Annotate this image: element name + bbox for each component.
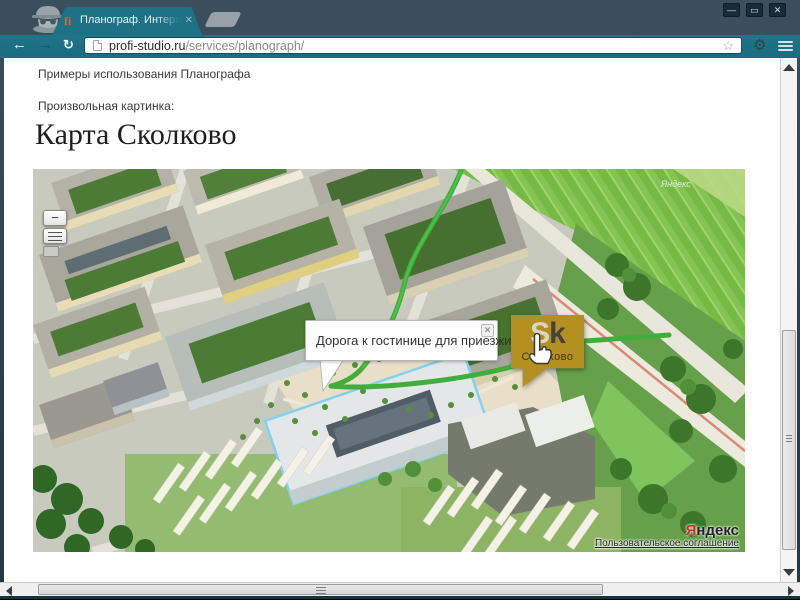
- close-button[interactable]: ✕: [769, 3, 786, 17]
- address-bar[interactable]: profi-studio.ru/services/planograph/ ☆: [84, 37, 742, 54]
- new-tab-button[interactable]: [204, 12, 241, 27]
- window-frame-bottom: [0, 596, 800, 600]
- scroll-down-arrow[interactable]: [783, 569, 795, 577]
- url-path: /services/planograph/: [185, 39, 304, 53]
- window-titlebar: fi Планограф. Интерактив ✕ — ▭ ✕: [0, 0, 800, 35]
- attribution: Яндекс Пользовательское соглашение: [595, 524, 739, 549]
- scroll-up-arrow[interactable]: [783, 63, 795, 71]
- tab-close-icon[interactable]: ✕: [185, 15, 193, 26]
- skolkovo-map[interactable]: − Яндекс Дорога к гостинице для приезжих…: [33, 169, 745, 552]
- forward-button[interactable]: →: [38, 36, 53, 53]
- maximize-button[interactable]: ▭: [746, 3, 763, 17]
- gear-icon[interactable]: ⚙: [753, 36, 766, 54]
- zoom-out-button[interactable]: −: [43, 210, 67, 226]
- scroll-left-arrow[interactable]: [6, 586, 12, 596]
- tab-favicon-icon: fi: [64, 14, 71, 29]
- menu-icon[interactable]: [778, 41, 793, 52]
- window-controls: — ▭ ✕: [723, 3, 786, 17]
- page-icon: [93, 40, 102, 51]
- bookmark-star-icon[interactable]: ☆: [722, 38, 734, 54]
- map-layers-button[interactable]: [43, 228, 67, 244]
- page-title: Карта Сколково: [35, 118, 236, 152]
- browser-tab[interactable]: fi Планограф. Интерактив ✕: [52, 7, 202, 35]
- page-content: Примеры использования Планографа Произво…: [4, 58, 780, 582]
- intro-line: Примеры использования Планографа: [38, 67, 250, 81]
- vertical-scroll-thumb[interactable]: [782, 330, 796, 550]
- url-text[interactable]: profi-studio.ru/services/planograph/: [109, 39, 304, 53]
- yandex-logo: Яндекс: [595, 524, 739, 538]
- map-zoom-control: −: [43, 210, 69, 257]
- hand-cursor-icon: [525, 332, 555, 368]
- tooltip-close-icon[interactable]: ✕: [481, 324, 494, 337]
- minimize-button[interactable]: —: [723, 3, 740, 17]
- back-button[interactable]: ←: [12, 36, 27, 53]
- caption-line: Произвольная картинка:: [38, 99, 174, 113]
- tooltip-tail: [319, 360, 349, 393]
- vertical-scrollbar[interactable]: [780, 58, 797, 582]
- map-tooltip: Дорога к гостинице для приезжих ✕: [305, 320, 498, 361]
- zoom-slider-stub[interactable]: [43, 246, 59, 257]
- horizontal-scrollbar[interactable]: [0, 582, 800, 596]
- url-host: profi-studio.ru: [109, 39, 185, 53]
- layers-icon: [44, 232, 66, 242]
- user-agreement-link[interactable]: Пользовательское соглашение: [595, 538, 739, 549]
- scroll-right-arrow[interactable]: [788, 586, 794, 596]
- yandex-watermark: Яндекс: [661, 179, 691, 189]
- tab-title-fade: [156, 13, 186, 30]
- reload-button[interactable]: ↻: [63, 37, 74, 53]
- horizontal-scroll-thumb[interactable]: [38, 584, 603, 595]
